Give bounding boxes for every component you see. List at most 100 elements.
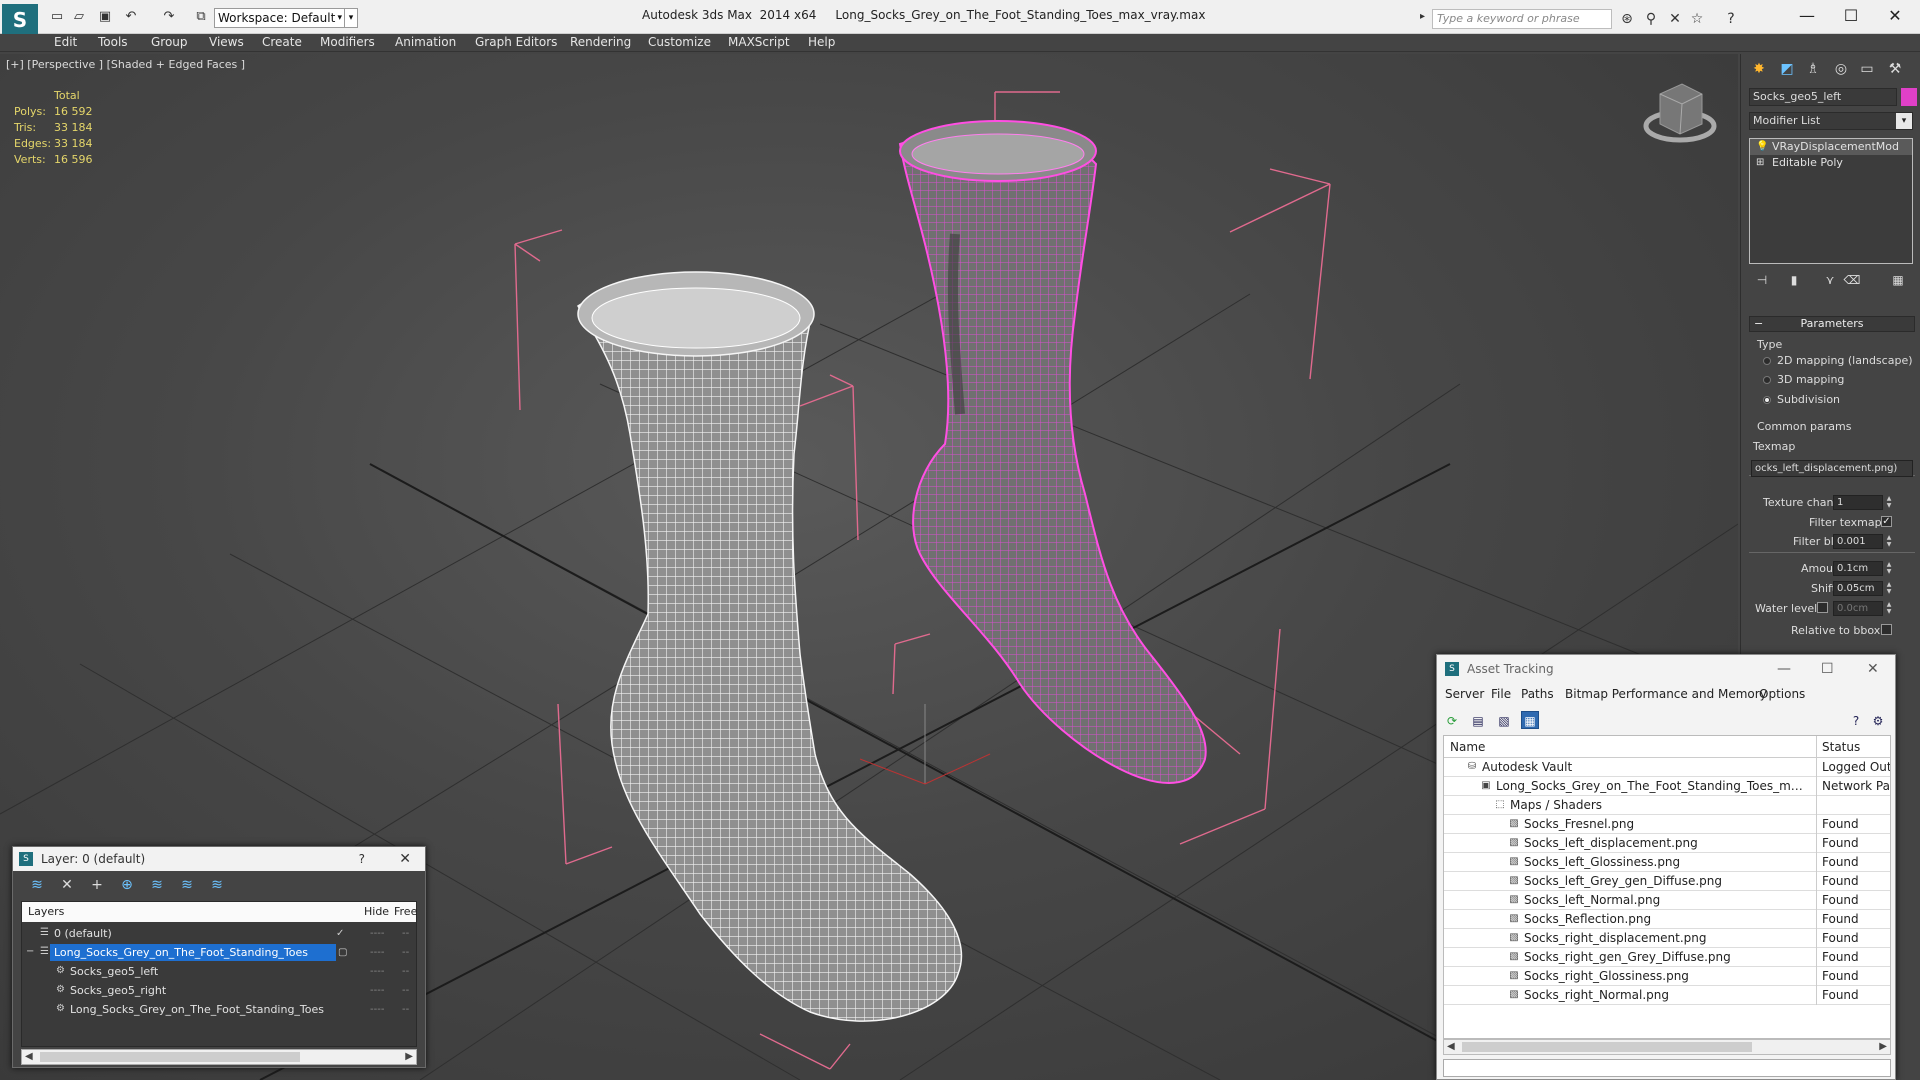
asset-row[interactable]: ▧ Socks_left_Grey_gen_Diffuse.png Found: [1444, 872, 1890, 891]
freeze-toggle[interactable]: --: [402, 981, 409, 1000]
hide-toggle[interactable]: ----: [370, 924, 384, 943]
hide-toggle[interactable]: ----: [370, 943, 384, 962]
layer-object-row[interactable]: ⚙ Socks_geo5_left ---- --: [22, 962, 416, 981]
asset-row[interactable]: ▧ Socks_Reflection.png Found: [1444, 910, 1890, 929]
utilities-tab-icon[interactable]: ⚒: [1883, 58, 1907, 80]
refresh-icon[interactable]: ⟳: [1443, 711, 1461, 729]
asset-horizontal-scrollbar[interactable]: ◀ ▶: [1443, 1039, 1891, 1055]
filter-blur-input[interactable]: 0.001: [1833, 534, 1883, 549]
motion-tab-icon[interactable]: ◎: [1829, 58, 1853, 80]
list-view-icon[interactable]: ▤: [1469, 711, 1487, 729]
layer-horizontal-scrollbar[interactable]: ◀ ▶: [21, 1049, 417, 1065]
stack-item-editable-poly[interactable]: ⊞ Editable Poly: [1750, 155, 1912, 171]
menu-group[interactable]: Group: [151, 35, 188, 49]
asset-row[interactable]: ⛁ Autodesk Vault Logged Out ...: [1444, 758, 1890, 777]
workspace-select[interactable]: Workspace: Default ▾: [214, 8, 346, 28]
layer-row[interactable]: − ☰ Long_Socks_Grey_on_The_Foot_Standing…: [22, 943, 416, 962]
modify-tab-icon[interactable]: ◩: [1775, 58, 1799, 80]
new-file-icon[interactable]: ▭: [48, 9, 66, 25]
object-color-swatch[interactable]: [1901, 88, 1917, 106]
hide-all-layers-icon[interactable]: ≋: [177, 876, 197, 894]
option-subdivision[interactable]: Subdivision: [1777, 393, 1840, 406]
menu-rendering[interactable]: Rendering: [570, 35, 631, 49]
layer-row[interactable]: ☰ 0 (default) ✓ ---- --: [22, 924, 416, 943]
shift-input[interactable]: 0.05cm: [1833, 581, 1883, 596]
asset-row[interactable]: ▧ Socks_left_Glossiness.png Found: [1444, 853, 1890, 872]
menu-maxscript[interactable]: MAXScript: [728, 35, 790, 49]
set-current-layer-icon[interactable]: ▢: [338, 943, 347, 962]
radio-2d-mapping[interactable]: [1763, 357, 1771, 365]
asset-window-titlebar[interactable]: S Asset Tracking — ☐ ✕: [1437, 655, 1895, 683]
freeze-toggle[interactable]: --: [402, 924, 409, 943]
hide-toggle[interactable]: ----: [370, 1000, 384, 1019]
open-file-icon[interactable]: ▱: [70, 9, 88, 25]
radio-subdivision[interactable]: [1763, 396, 1771, 404]
relative-bbox-checkbox[interactable]: [1881, 624, 1892, 635]
column-layers[interactable]: Layers: [28, 902, 64, 922]
hierarchy-tab-icon[interactable]: ♗: [1801, 58, 1825, 80]
menu-help[interactable]: Help: [808, 35, 835, 49]
asset-menu-file[interactable]: File: [1491, 687, 1511, 701]
scroll-left-icon[interactable]: ◀: [1447, 1040, 1455, 1054]
layer-object-row[interactable]: ⚙ Long_Socks_Grey_on_The_Foot_Standing_T…: [22, 1000, 416, 1019]
close-icon[interactable]: ✕: [1872, 4, 1918, 28]
water-level-input[interactable]: 0.0cm: [1833, 601, 1883, 616]
display-tab-icon[interactable]: ▭: [1855, 58, 1879, 80]
minimize-icon[interactable]: —: [1777, 655, 1791, 683]
asset-row[interactable]: ⬚ Maps / Shaders: [1444, 796, 1890, 815]
collapse-icon[interactable]: −: [26, 946, 36, 958]
radio-3d-mapping[interactable]: [1763, 376, 1771, 384]
remove-modifier-icon[interactable]: ⌫: [1843, 272, 1861, 288]
freeze-toggle[interactable]: --: [402, 962, 409, 981]
asset-row[interactable]: ▧ Socks_left_displacement.png Found: [1444, 834, 1890, 853]
column-freeze[interactable]: Free: [394, 902, 417, 922]
spinner-icon[interactable]: ▲ ▼: [1885, 561, 1893, 576]
thumbnail-view-icon[interactable]: ▧: [1495, 711, 1513, 729]
scroll-left-icon[interactable]: ◀: [25, 1050, 33, 1064]
menu-views[interactable]: Views: [209, 35, 244, 49]
current-layer-check-icon[interactable]: ✓: [336, 924, 344, 943]
pin-stack-icon[interactable]: ⊣: [1753, 272, 1771, 288]
menu-graph-editors[interactable]: Graph Editors: [475, 35, 557, 49]
menu-modifiers[interactable]: Modifiers: [320, 35, 375, 49]
column-name[interactable]: Name: [1450, 736, 1485, 758]
option-2d-mapping[interactable]: 2D mapping (landscape): [1777, 354, 1913, 367]
configure-sets-icon[interactable]: ▦: [1889, 272, 1907, 288]
undo-icon[interactable]: ↶: [122, 9, 140, 25]
asset-row[interactable]: ▧ Socks_right_gen_Grey_Diffuse.png Found: [1444, 948, 1890, 967]
scrollbar-thumb[interactable]: [40, 1052, 300, 1062]
workspace-menu-button[interactable]: ▾: [344, 8, 358, 28]
asset-row[interactable]: ▧ Socks_right_Normal.png Found: [1444, 986, 1890, 1005]
parameters-rollout-header[interactable]: − Parameters: [1749, 316, 1915, 332]
menu-customize[interactable]: Customize: [648, 35, 711, 49]
redo-icon[interactable]: ↷: [160, 9, 178, 25]
stack-item-vraydisplacement[interactable]: 💡 VRayDisplacementMod: [1750, 139, 1912, 155]
create-layer-icon[interactable]: ≋: [27, 876, 47, 894]
bulb-icon[interactable]: 💡: [1756, 141, 1768, 153]
project-folder-icon[interactable]: ⧉: [192, 9, 210, 25]
asset-menu-bitmap[interactable]: Bitmap Performance and Memory: [1565, 687, 1767, 701]
asset-menu-options[interactable]: Options: [1759, 687, 1805, 701]
scroll-right-icon[interactable]: ▶: [405, 1050, 413, 1064]
communication-icon[interactable]: ✕: [1666, 10, 1684, 28]
asset-row[interactable]: ▧ Socks_right_Glossiness.png Found: [1444, 967, 1890, 986]
select-layer-icon[interactable]: ≋: [147, 876, 167, 894]
modifier-list-dropdown[interactable]: Modifier List ▾: [1749, 112, 1913, 130]
layer-window-titlebar[interactable]: S Layer: 0 (default) ? ✕: [13, 847, 425, 871]
hide-toggle[interactable]: ----: [370, 962, 384, 981]
layer-object-row[interactable]: ⚙ Socks_geo5_right ---- --: [22, 981, 416, 1000]
spinner-icon[interactable]: ▲ ▼: [1885, 534, 1893, 549]
asset-row[interactable]: ▣ Long_Socks_Grey_on_The_Foot_Standing_To…: [1444, 777, 1890, 796]
minimize-icon[interactable]: —: [1784, 4, 1830, 28]
viewport-label[interactable]: [+] [Perspective ] [Shaded + Edged Faces…: [6, 58, 245, 71]
asset-row[interactable]: ▧ Socks_left_Normal.png Found: [1444, 891, 1890, 910]
filter-texmap-checkbox[interactable]: ✓: [1881, 516, 1892, 527]
option-3d-mapping[interactable]: 3D mapping: [1777, 373, 1844, 386]
scrollbar-thumb[interactable]: [1462, 1042, 1752, 1052]
select-objects-icon[interactable]: ⊕: [117, 876, 137, 894]
hide-toggle[interactable]: ----: [370, 981, 384, 1000]
settings-icon[interactable]: ⚙: [1869, 711, 1887, 729]
help-icon[interactable]: ?: [1847, 711, 1865, 729]
binoculars-icon[interactable]: ⊛: [1618, 10, 1636, 28]
make-unique-icon[interactable]: ⋎: [1821, 272, 1839, 288]
